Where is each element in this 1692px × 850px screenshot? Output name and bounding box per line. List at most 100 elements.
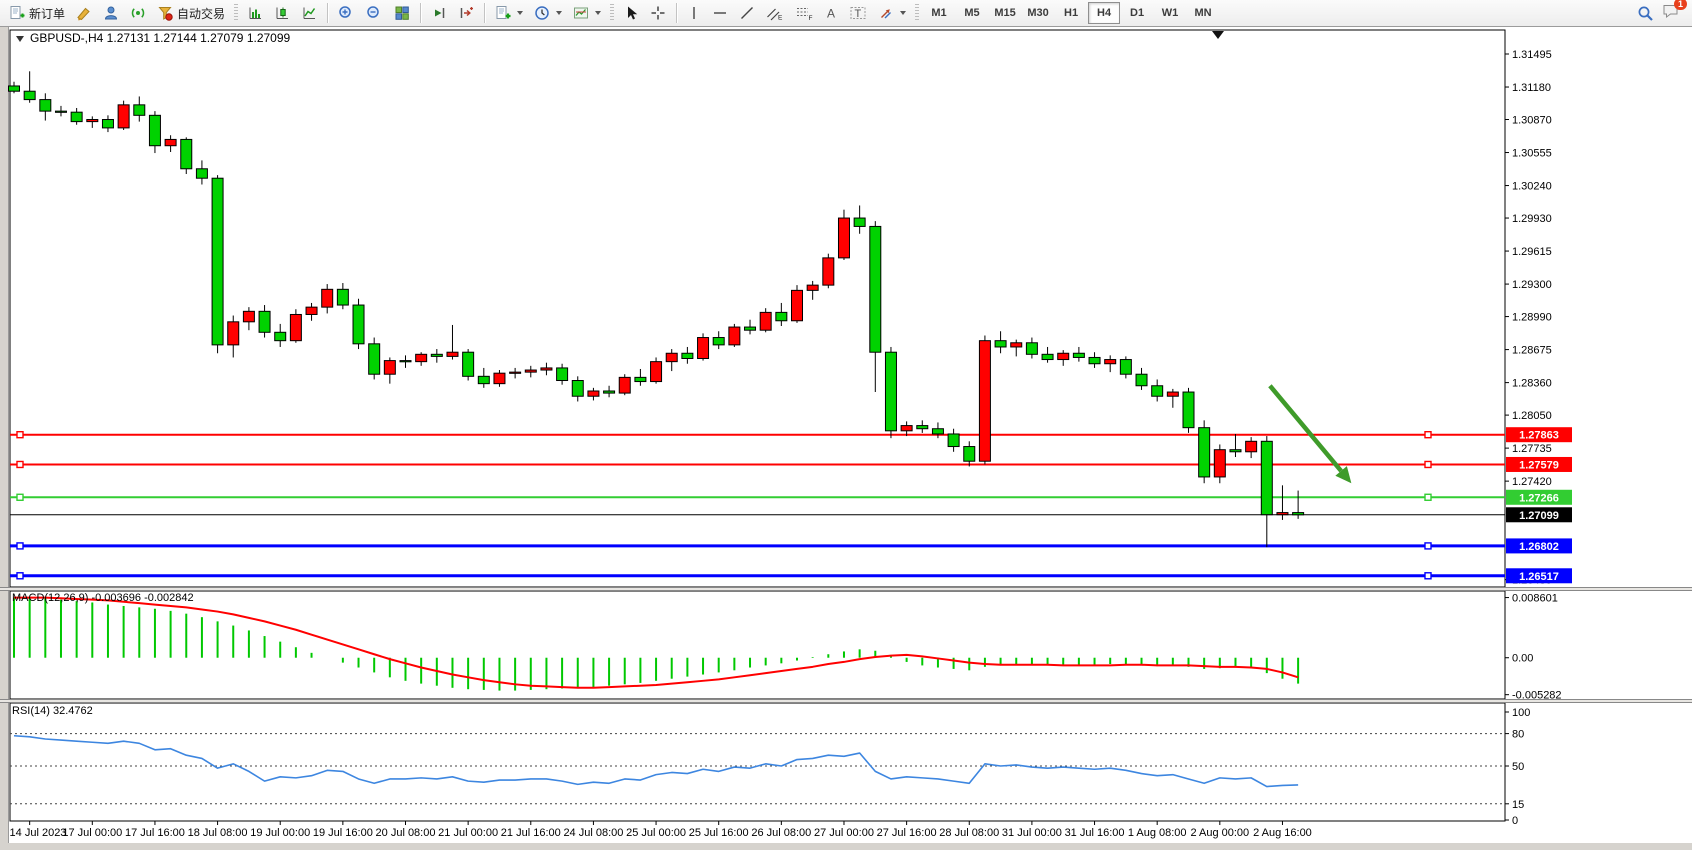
tf-button-D1[interactable]: D1 [1121, 2, 1153, 24]
candle [619, 377, 630, 393]
horizontal-line-button[interactable] [707, 0, 733, 26]
candle [1026, 343, 1037, 355]
auto-scroll-button[interactable] [426, 0, 452, 26]
channel-button[interactable]: E [761, 0, 789, 26]
tf-button-W1[interactable]: W1 [1154, 2, 1186, 24]
time-tick-label: 2 Aug 00:00 [1190, 827, 1249, 839]
indicators-button[interactable] [568, 0, 606, 26]
zoom-in-button[interactable] [333, 0, 360, 26]
candle [917, 426, 928, 429]
candle [885, 352, 896, 431]
price-tick-label: 1.31180 [1512, 82, 1551, 94]
tf-button-H4[interactable]: H4 [1088, 2, 1120, 24]
cursor-button[interactable] [618, 0, 644, 26]
tf-button-M1[interactable]: M1 [923, 2, 955, 24]
line-handle[interactable] [17, 543, 23, 549]
tf-button-H1[interactable]: H1 [1055, 2, 1087, 24]
new-order-label: 新订单 [29, 5, 65, 22]
new-order-button[interactable]: 新订单 [4, 0, 70, 26]
line-handle[interactable] [1425, 543, 1431, 549]
text-button[interactable]: A [819, 0, 843, 26]
price-tick-label: 1.28990 [1512, 312, 1552, 324]
crayon-icon [76, 5, 92, 21]
new-chart-button[interactable] [490, 0, 528, 26]
candle [243, 311, 254, 321]
price-badge-1.27099: 1.27099 [1506, 507, 1572, 522]
time-axis[interactable]: 14 Jul 202317 Jul 00:0017 Jul 16:0018 Ju… [10, 821, 1312, 839]
candle [431, 354, 442, 356]
horizontal-line-icon [712, 5, 728, 21]
notifications-button[interactable]: 1 [1662, 3, 1680, 24]
candle [682, 353, 693, 358]
candle [275, 332, 286, 340]
macd-axis-label: 0.008601 [1512, 593, 1558, 605]
search-icon[interactable] [1637, 5, 1654, 22]
time-tick-label: 21 Jul 00:00 [438, 827, 498, 839]
price-badge-1.27266: 1.27266 [1506, 490, 1572, 505]
candle [776, 312, 787, 320]
new-chart-caret [517, 11, 523, 15]
line-handle[interactable] [17, 461, 23, 467]
fibonacci-button[interactable]: F [790, 0, 818, 26]
chart-shift-button[interactable] [453, 0, 479, 26]
candle [290, 314, 301, 340]
time-tick-label: 26 Jul 08:00 [751, 827, 811, 839]
toolbar-separator [420, 3, 421, 23]
bar-chart-button[interactable] [242, 0, 268, 26]
price-tick-label: 1.27735 [1512, 443, 1552, 455]
indicators-icon [573, 5, 589, 21]
vertical-line-button[interactable] [682, 0, 706, 26]
tile-windows-button[interactable] [389, 0, 415, 26]
tf-button-M5[interactable]: M5 [956, 2, 988, 24]
candle [1042, 354, 1053, 359]
text-label-button[interactable]: T [844, 0, 872, 26]
candlestick-button[interactable] [269, 0, 295, 26]
candle [1058, 353, 1069, 359]
price-axis[interactable]: 1.314951.311801.308701.305551.302401.299… [1505, 49, 1552, 587]
candle [823, 258, 834, 285]
candle [165, 139, 176, 145]
signals-button[interactable] [125, 0, 151, 26]
price-tick-label: 1.28675 [1512, 345, 1552, 357]
candle [9, 86, 20, 91]
candle [588, 391, 599, 396]
line-handle[interactable] [1425, 494, 1431, 500]
line-chart-button[interactable] [296, 0, 322, 26]
svg-text:1.27579: 1.27579 [1519, 459, 1559, 471]
line-handle[interactable] [1425, 432, 1431, 438]
svg-text:1.27266: 1.27266 [1519, 492, 1559, 504]
line-handle[interactable] [17, 494, 23, 500]
arrows-button[interactable] [873, 0, 911, 26]
time-tick-label: 25 Jul 00:00 [626, 827, 686, 839]
line-handle[interactable] [17, 573, 23, 579]
candle [463, 352, 474, 376]
candle [792, 290, 803, 320]
crosshair-button[interactable] [645, 0, 671, 26]
line-handle[interactable] [1425, 573, 1431, 579]
rsi-label: RSI(14) 32.4762 [12, 705, 93, 717]
candle [40, 100, 51, 112]
chart-title: GBPUSD-,H4 1.27131 1.27144 1.27079 1.270… [16, 31, 291, 45]
community-button[interactable] [98, 0, 124, 26]
candle [760, 312, 771, 330]
candle [118, 105, 129, 128]
price-tick-label: 1.29930 [1512, 213, 1552, 225]
tf-button-MN[interactable]: MN [1187, 2, 1219, 24]
zoom-out-button[interactable] [361, 0, 388, 26]
indicators-caret [595, 11, 601, 15]
tf-button-M30[interactable]: M30 [1022, 2, 1054, 24]
tf-button-M15[interactable]: M15 [989, 2, 1021, 24]
auto-trading-button[interactable]: 自动交易 [152, 0, 230, 26]
line-handle[interactable] [17, 432, 23, 438]
line-handle[interactable] [1425, 461, 1431, 467]
periods-button[interactable] [529, 0, 567, 26]
metaeditor-button[interactable] [71, 0, 97, 26]
trendline-button[interactable] [734, 0, 760, 26]
candle [87, 120, 98, 122]
rsi-axis-label: 50 [1512, 761, 1524, 773]
price-chart[interactable]: 1.314951.311801.308701.305551.302401.299… [0, 0, 1692, 850]
candle [698, 338, 709, 359]
candle [55, 111, 66, 112]
price-tick-label: 1.31495 [1512, 49, 1552, 61]
price-tick-label: 1.27420 [1512, 476, 1552, 488]
